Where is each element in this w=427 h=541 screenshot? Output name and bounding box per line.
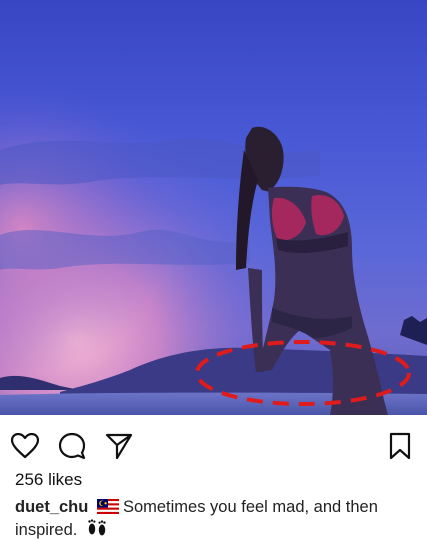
footprints-icon <box>88 519 106 536</box>
malaysia-flag-icon <box>96 499 119 514</box>
action-bar <box>0 415 427 470</box>
post-caption: duet_chu Sometimes you feel mad, and the… <box>15 497 415 541</box>
caption-username[interactable]: duet_chu <box>15 498 88 516</box>
like-button[interactable] <box>10 431 40 461</box>
bookmark-icon <box>389 432 411 460</box>
heart-icon <box>11 433 39 459</box>
comment-bubble-icon <box>58 432 86 460</box>
post-photo[interactable] <box>0 0 427 415</box>
save-button[interactable] <box>385 431 415 461</box>
comment-button[interactable] <box>57 431 87 461</box>
instagram-post: 256 likes duet_chu Sometimes you feel ma… <box>0 0 427 539</box>
paper-plane-icon <box>105 433 133 460</box>
likes-count[interactable]: 256 likes <box>15 470 82 490</box>
share-button[interactable] <box>104 431 134 461</box>
